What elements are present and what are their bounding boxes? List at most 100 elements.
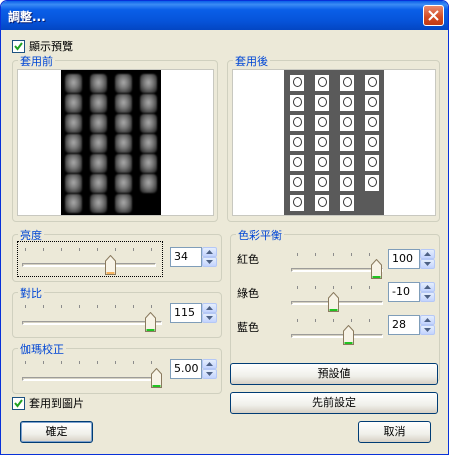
after-photo-cell — [290, 115, 304, 131]
check-icon — [14, 41, 23, 51]
tick — [297, 286, 298, 289]
blue-slider-track[interactable] — [291, 334, 383, 338]
spin-down-icon — [206, 316, 213, 320]
tick — [133, 305, 134, 308]
show-preview-checkbox[interactable]: 顯示預覽 — [12, 38, 73, 54]
blue-slider-thumb-icon[interactable] — [343, 325, 354, 345]
red-slider-thumb-icon[interactable] — [371, 259, 382, 279]
blue-down-button[interactable] — [420, 325, 435, 335]
window-title: 調整... — [8, 10, 46, 24]
spin-down-icon — [424, 262, 431, 266]
cancel-button[interactable]: 取消 — [358, 421, 431, 443]
green-down-button[interactable] — [420, 292, 435, 302]
tick — [25, 305, 26, 308]
spin-up-icon — [424, 252, 431, 256]
tick — [351, 253, 352, 256]
green-input[interactable]: -10 — [388, 282, 420, 302]
before-photo-cell — [115, 154, 132, 173]
tick — [151, 248, 152, 251]
before-photo-cell — [115, 94, 132, 113]
after-photo-cell — [340, 75, 354, 91]
contrast-input[interactable]: 115 — [170, 303, 202, 323]
red-down-button[interactable] — [420, 259, 435, 269]
dialog-body: 顯示預覽 套用前 套用後 亮度 34 對比 115 伽瑪校正 5.00 色彩平衡… — [4, 30, 445, 452]
red-slider-track[interactable] — [291, 268, 383, 272]
after-photo-cell — [315, 175, 329, 191]
after-photo-cell — [315, 155, 329, 171]
after-photo-cell — [365, 155, 379, 171]
contrast-group: 對比 115 — [12, 285, 222, 338]
before-photo-cell — [90, 174, 107, 193]
before-photo-cell — [115, 134, 132, 153]
before-photo-cell — [140, 74, 157, 93]
close-icon — [428, 10, 439, 21]
brightness-slider-thumb-icon[interactable] — [105, 255, 116, 275]
tick — [315, 319, 316, 322]
blue-input[interactable]: 28 — [388, 315, 420, 335]
ok-button[interactable]: 確定 — [20, 421, 93, 443]
spin-down-icon — [424, 328, 431, 332]
blue-up-button[interactable] — [420, 315, 435, 325]
contrast-slider-thumb-icon[interactable] — [145, 312, 156, 332]
tick — [369, 319, 370, 322]
before-photo-cell — [140, 174, 157, 193]
brightness-spinner[interactable] — [202, 247, 217, 267]
before-photo-cell — [65, 194, 82, 213]
after-photo-cell — [365, 75, 379, 91]
tick — [351, 319, 352, 322]
contrast-spinner[interactable] — [202, 303, 217, 323]
red-input[interactable]: 100 — [388, 249, 420, 269]
before-preview-image — [17, 69, 214, 216]
red-spinner[interactable] — [420, 249, 435, 269]
apply-to-picture-label: 套用到圖片 — [29, 397, 84, 410]
contrast-slider-track[interactable] — [22, 321, 162, 325]
before-photo-cell — [115, 74, 132, 93]
spin-down-icon — [206, 260, 213, 264]
contrast-up-button[interactable] — [202, 303, 217, 313]
previous-settings-button[interactable]: 先前設定 — [230, 392, 438, 414]
after-photo-cell — [315, 195, 329, 211]
green-slider-thumb-icon[interactable] — [328, 292, 339, 312]
contrast-down-button[interactable] — [202, 313, 217, 323]
green-spinner[interactable] — [420, 282, 435, 302]
after-photo-cell — [290, 75, 304, 91]
tick — [61, 305, 62, 308]
apply-to-picture-checkbox[interactable]: 套用到圖片 — [12, 395, 84, 411]
brightness-slider-track[interactable] — [22, 263, 156, 267]
green-up-button[interactable] — [420, 282, 435, 292]
gamma-slider-track[interactable] — [22, 377, 162, 381]
after-photo-cell — [340, 155, 354, 171]
defaults-button[interactable]: 預設値 — [230, 363, 438, 385]
tick — [97, 248, 98, 251]
gamma-slider-thumb-icon[interactable] — [151, 368, 162, 388]
before-photo-cell — [90, 154, 107, 173]
show-preview-check[interactable] — [12, 39, 25, 53]
blue-label: 藍色 — [237, 321, 259, 334]
after-photo-cell — [340, 175, 354, 191]
brightness-input[interactable]: 34 — [170, 247, 202, 267]
brightness-down-button[interactable] — [202, 257, 217, 267]
gamma-spinner[interactable] — [202, 359, 217, 379]
brightness-up-button[interactable] — [202, 247, 217, 257]
spin-up-icon — [424, 318, 431, 322]
gamma-up-button[interactable] — [202, 359, 217, 369]
apply-to-picture-check[interactable] — [12, 396, 25, 410]
close-button[interactable] — [423, 5, 444, 26]
color-balance-label: 色彩平衡 — [236, 227, 284, 243]
red-up-button[interactable] — [420, 249, 435, 259]
tick — [151, 361, 152, 364]
title-bar[interactable]: 調整... — [1, 1, 448, 30]
tick — [333, 319, 334, 322]
blue-spinner[interactable] — [420, 315, 435, 335]
tick — [369, 286, 370, 289]
gamma-down-button[interactable] — [202, 369, 217, 379]
before-photo-cell — [140, 154, 157, 173]
after-photo-cell — [365, 95, 379, 111]
tick — [97, 361, 98, 364]
tick — [315, 286, 316, 289]
after-photo-cell — [315, 95, 329, 111]
tick — [25, 248, 26, 251]
after-photo-cell — [290, 135, 304, 151]
after-photo-cell — [315, 75, 329, 91]
gamma-input[interactable]: 5.00 — [170, 359, 202, 379]
